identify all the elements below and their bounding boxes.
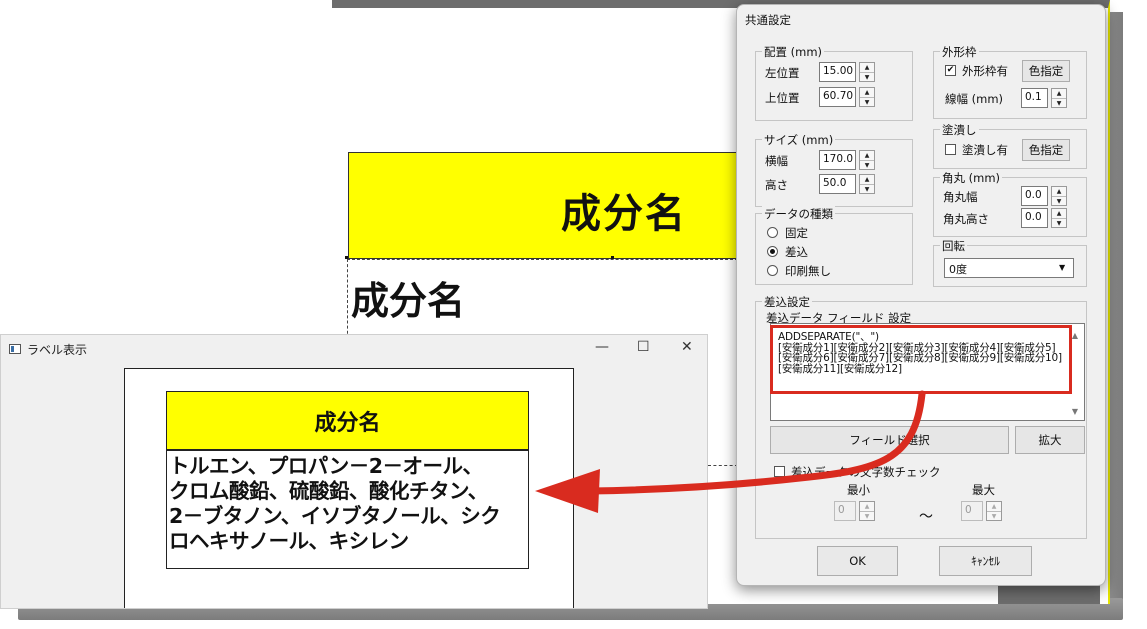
- annotation-arrow-icon: [535, 390, 926, 513]
